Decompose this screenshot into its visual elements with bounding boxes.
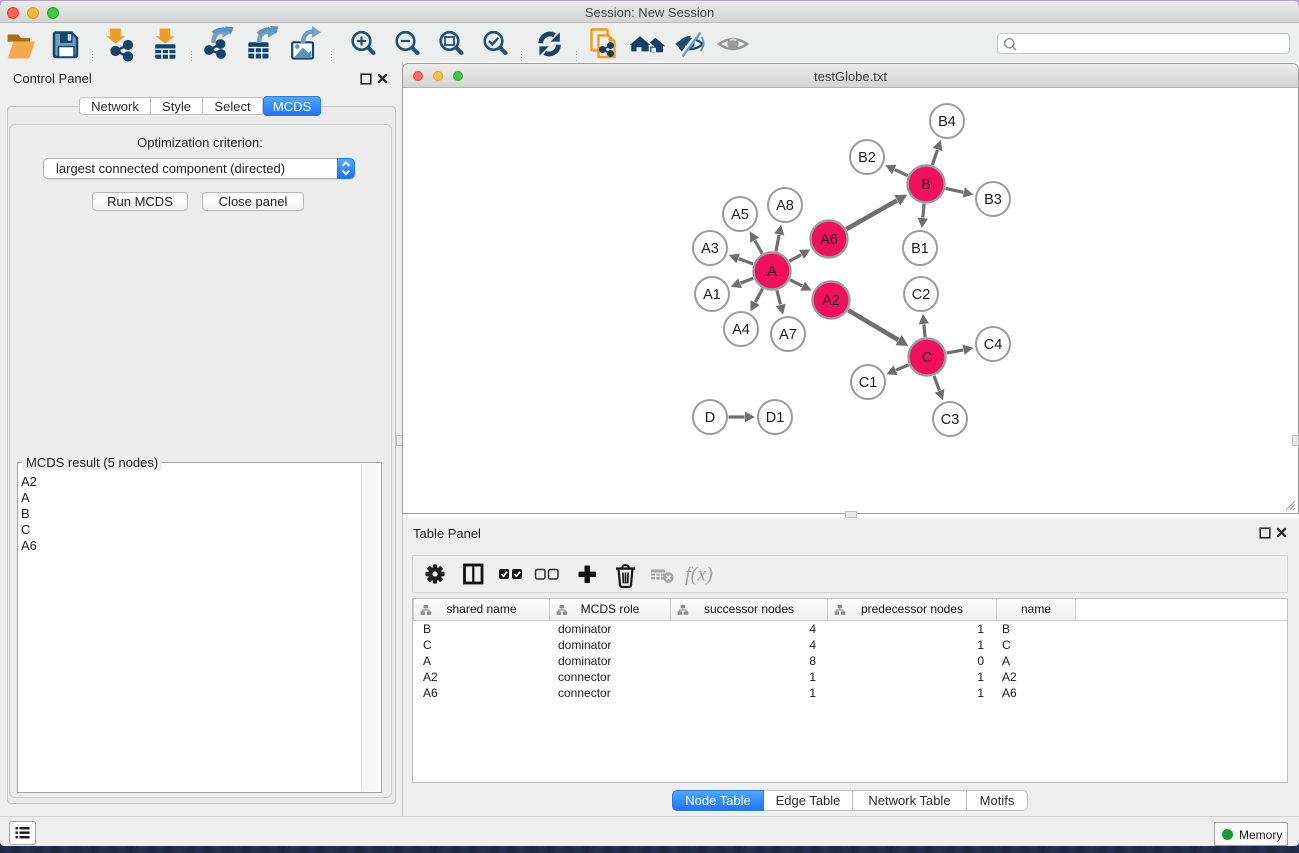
svg-text:B2: B2 xyxy=(858,150,876,166)
svg-text:A5: A5 xyxy=(731,207,749,223)
svg-text:D: D xyxy=(705,410,715,426)
svg-text:A3: A3 xyxy=(701,241,719,257)
svg-text:f(x): f(x) xyxy=(685,564,713,586)
svg-text:D1: D1 xyxy=(766,410,785,426)
svg-text:C3: C3 xyxy=(941,412,960,428)
svg-text:B4: B4 xyxy=(938,114,956,130)
svg-text:B: B xyxy=(921,177,931,193)
svg-text:A: A xyxy=(767,264,777,280)
svg-text:C: C xyxy=(922,350,932,366)
svg-text:C1: C1 xyxy=(859,375,878,391)
svg-text:A2: A2 xyxy=(822,293,840,309)
svg-text:A7: A7 xyxy=(779,327,797,343)
svg-text:C2: C2 xyxy=(912,287,931,303)
svg-text:A1: A1 xyxy=(703,287,721,303)
svg-text:A6: A6 xyxy=(820,232,838,248)
svg-text:A4: A4 xyxy=(732,322,750,338)
svg-text:B3: B3 xyxy=(984,192,1002,208)
svg-text:C4: C4 xyxy=(984,337,1003,353)
svg-text:B1: B1 xyxy=(911,241,929,257)
svg-text:A8: A8 xyxy=(776,198,794,214)
